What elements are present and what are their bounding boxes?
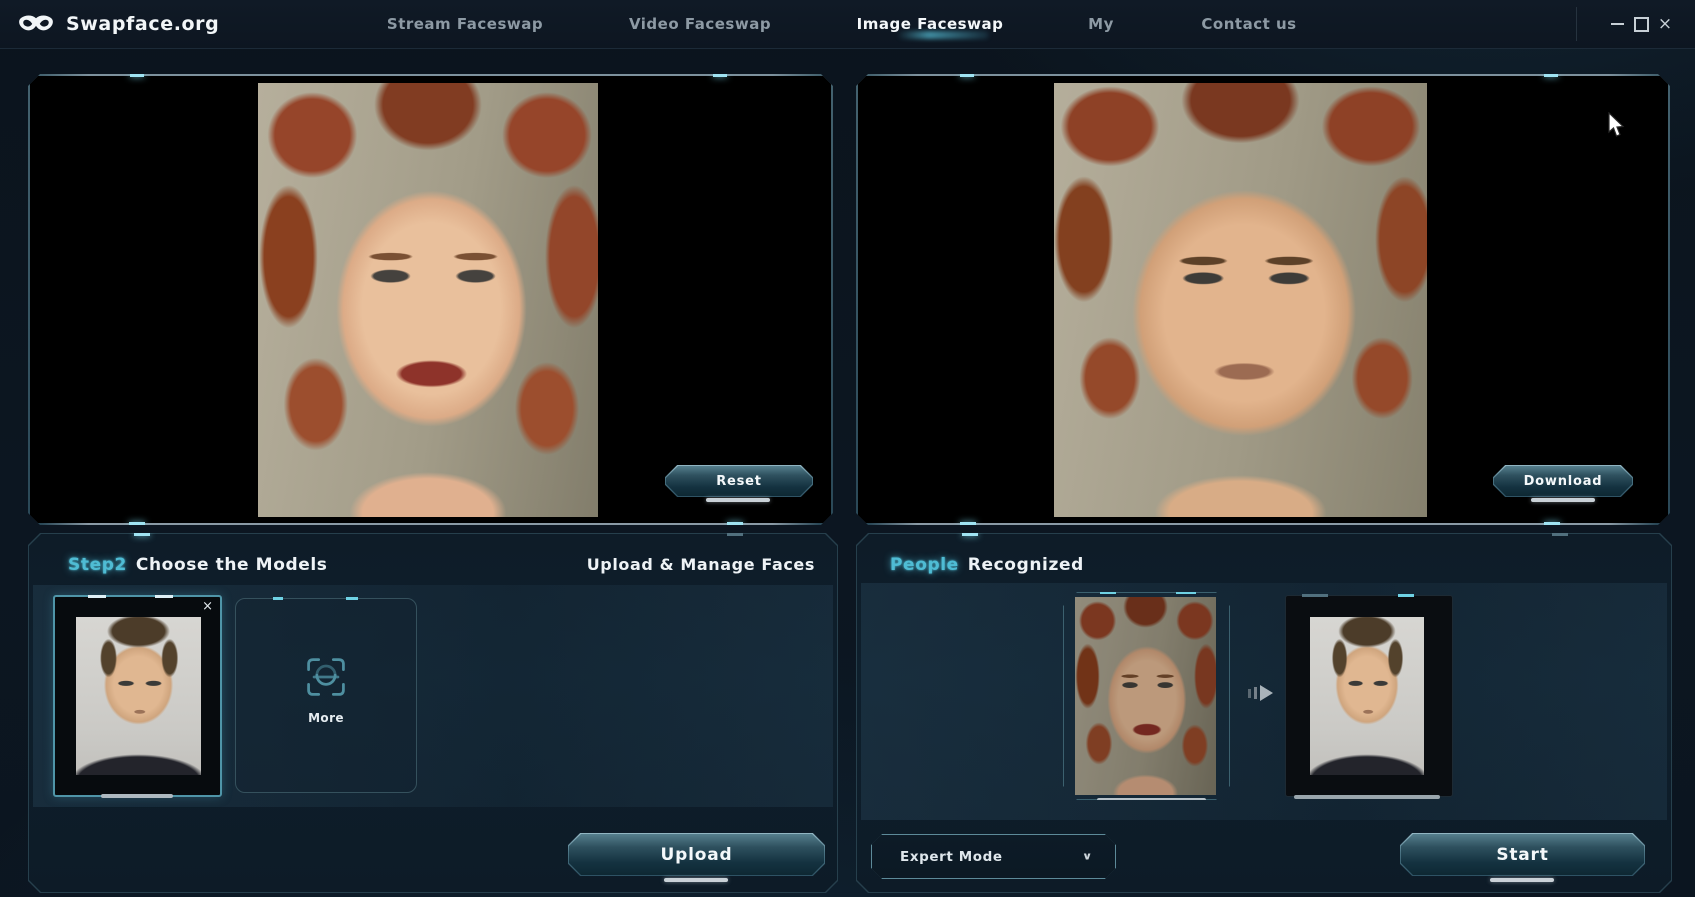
app-window: Swapface.org Stream Faceswap Video Faces… [0,0,1695,897]
upload-button[interactable]: Upload [568,833,825,876]
window-controls-divider [1576,7,1577,41]
more-models-card[interactable]: More [235,598,417,793]
people-panel: People Recognized Expert Mode ∨ [856,533,1672,893]
mode-dropdown-value: Expert Mode [900,849,1003,865]
mouse-cursor [1607,112,1626,143]
result-image [1054,83,1427,517]
assigned-model-card-bar [1294,795,1440,799]
assigned-model-card[interactable] [1285,595,1453,797]
more-card-label: More [236,711,416,725]
start-button[interactable]: Start [1400,833,1645,876]
reset-button-label: Reset [666,466,812,496]
result-image-canvas [858,76,1668,523]
minimize-icon [1611,23,1624,25]
people-strip [861,583,1667,820]
active-nav-underline [897,31,989,39]
models-panel-heading: Step2 Choose the Models [68,555,328,575]
source-image [258,83,598,517]
start-button-label: Start [1401,834,1644,875]
nav-video-faceswap[interactable]: Video Faceswap [629,0,771,48]
people-panel-title: Recognized [968,555,1084,575]
swap-direction-arrow-icon [1248,685,1273,701]
reset-button-accent-bar [706,498,770,502]
mask-logo-icon [18,14,54,35]
brand: Swapface.org [18,0,219,48]
app-title: Swapface.org [66,13,219,35]
download-button-label: Download [1494,466,1632,496]
title-bar: Swapface.org Stream Faceswap Video Faces… [0,0,1695,49]
models-panel-title: Choose the Models [136,555,328,575]
maximize-button[interactable] [1628,0,1654,48]
model-thumbnail [76,617,201,775]
chevron-down-icon: ∨ [1082,851,1093,863]
nav-image-faceswap[interactable]: Image Faceswap [857,0,1004,48]
close-icon: × [1658,14,1672,34]
model-card-selection-bar [101,794,173,798]
close-button[interactable]: × [1652,0,1678,48]
start-button-accent-bar [1490,878,1554,882]
upload-manage-faces-link[interactable]: Upload & Manage Faces [587,555,815,574]
step-label: Step2 [68,555,127,575]
remove-model-icon[interactable]: × [202,599,213,614]
assigned-model-thumbnail [1310,617,1424,775]
upload-button-accent-bar [664,878,728,882]
minimize-button[interactable] [1604,0,1630,48]
recognized-person-thumbnail [1075,597,1216,795]
download-button-accent-bar [1531,498,1595,502]
nav-stream-faceswap[interactable]: Stream Faceswap [387,0,543,48]
recognized-person-card[interactable] [1063,592,1230,800]
model-card-selected[interactable]: × [53,595,222,797]
reset-button[interactable]: Reset [665,465,813,497]
nav-contact-us[interactable]: Contact us [1201,0,1296,48]
upload-button-label: Upload [569,834,824,875]
mode-dropdown[interactable]: Expert Mode ∨ [871,834,1116,879]
maximize-icon [1634,17,1649,32]
face-scan-icon [304,655,348,703]
people-label: People [890,555,959,575]
source-image-panel: Reset [28,74,833,525]
models-panel: Step2 Choose the Models Upload & Manage F… [28,533,838,893]
nav-my[interactable]: My [1088,0,1114,48]
people-panel-heading: People Recognized [890,555,1084,575]
download-button[interactable]: Download [1493,465,1633,497]
source-image-canvas [30,76,831,523]
result-image-panel: Download [856,74,1670,525]
